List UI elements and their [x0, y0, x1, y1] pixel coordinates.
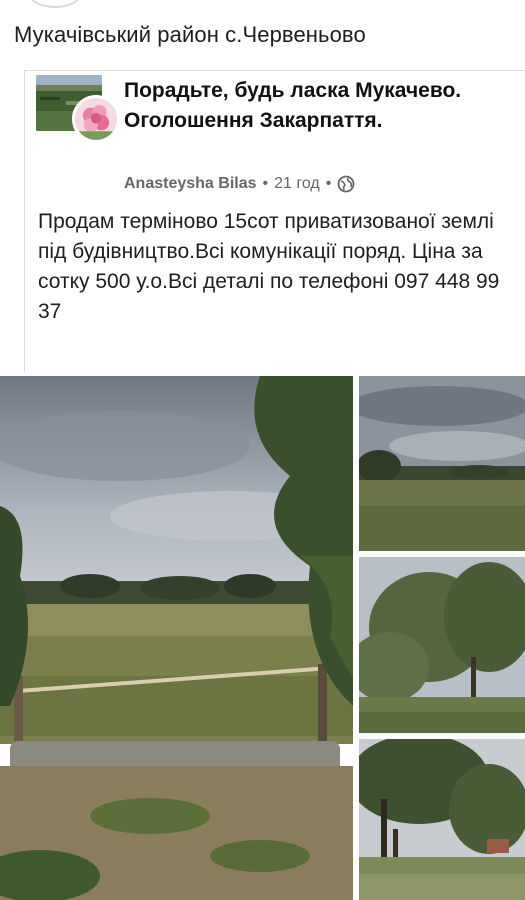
- photo-field-fence[interactable]: [0, 376, 353, 900]
- photo-trees[interactable]: [359, 557, 525, 733]
- photo-tree-house[interactable]: [359, 739, 525, 900]
- photo-field-sky[interactable]: [359, 376, 525, 551]
- meta-separator: •: [325, 175, 332, 192]
- previous-post-edge: [28, 0, 82, 8]
- globe-icon: [337, 175, 355, 193]
- author-name-link[interactable]: Anasteysha Bilas: [124, 175, 257, 193]
- group-avatar[interactable]: [72, 95, 120, 143]
- photo-grid: [0, 376, 525, 900]
- shared-post-card[interactable]: Порадьте, будь ласка Мукачево. Оголошенн…: [24, 70, 525, 372]
- post-body-text: Продам терміново 15сот приватизованої зе…: [38, 210, 500, 323]
- group-name-link[interactable]: Порадьте, будь ласка Мукачево. Оголошенн…: [124, 76, 504, 136]
- post-meta: Anasteysha Bilas • 21 год •: [124, 175, 355, 193]
- post-caption: Мукачівський район с.Червеньово: [14, 22, 366, 47]
- meta-separator: •: [262, 175, 269, 192]
- post-timestamp[interactable]: 21 год: [274, 175, 320, 193]
